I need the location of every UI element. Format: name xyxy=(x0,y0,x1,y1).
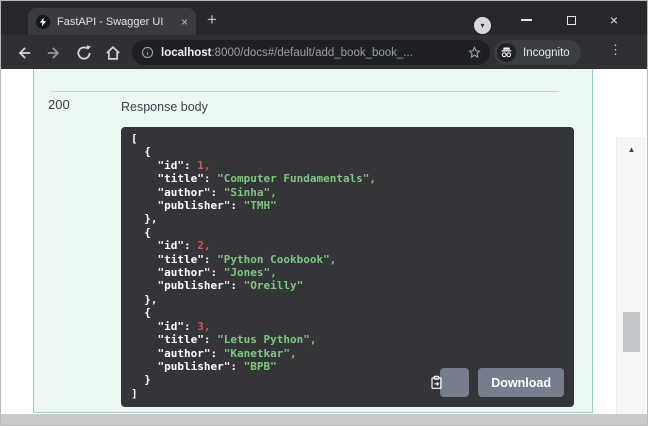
tab-strip: FastAPI - Swagger UI × + ▾ × xyxy=(1,1,647,35)
bookmark-star-icon[interactable] xyxy=(468,46,481,59)
close-button[interactable]: × xyxy=(599,9,629,31)
tab-search-icon[interactable]: ▾ xyxy=(474,17,491,34)
fastapi-favicon-icon xyxy=(36,14,50,29)
site-info-icon[interactable] xyxy=(141,46,154,59)
response-json: [ { "id": 1, "title": "Computer Fundamen… xyxy=(131,132,377,400)
address-bar[interactable]: localhost:8000/docs#/default/add_book_bo… xyxy=(132,40,490,65)
code-actions: Download xyxy=(431,368,564,397)
incognito-label: Incognito xyxy=(523,46,570,59)
incognito-badge: Incognito xyxy=(494,40,581,65)
scrollbar-thumb[interactable] xyxy=(623,312,640,352)
response-body-code: [ { "id": 1, "title": "Computer Fundamen… xyxy=(121,127,574,407)
page-scrollbar[interactable]: ▲ ▼ xyxy=(616,137,646,425)
window-bottom-edge xyxy=(1,414,647,425)
url-text[interactable]: localhost:8000/docs#/default/add_book_bo… xyxy=(161,47,461,59)
minimize-button[interactable] xyxy=(511,9,541,31)
responses-divider xyxy=(51,91,559,92)
copy-to-clipboard-button[interactable] xyxy=(431,368,470,397)
response-panel: 200 Response body [ { "id": 1, "title": … xyxy=(33,69,593,413)
minimize-icon xyxy=(520,19,532,21)
download-button[interactable]: Download xyxy=(478,368,564,397)
tab-title: FastAPI - Swagger UI xyxy=(57,15,164,28)
back-button[interactable] xyxy=(15,44,33,62)
scroll-up-icon[interactable]: ▲ xyxy=(617,145,646,154)
browser-tab[interactable]: FastAPI - Swagger UI × xyxy=(28,8,196,35)
maximize-button[interactable] xyxy=(556,9,586,31)
forward-button[interactable] xyxy=(45,44,63,62)
incognito-icon xyxy=(497,43,516,62)
url-host: localhost xyxy=(161,46,212,59)
new-tab-button[interactable]: + xyxy=(207,10,217,30)
response-body-label: Response body xyxy=(121,100,208,114)
maximize-icon xyxy=(566,15,576,25)
swagger-page: 200 Response body [ { "id": 1, "title": … xyxy=(1,69,647,425)
status-code: 200 xyxy=(48,97,70,112)
clipboard-icon xyxy=(429,345,481,407)
home-button[interactable] xyxy=(104,44,122,62)
tab-close-icon[interactable]: × xyxy=(181,16,188,28)
browser-menu-icon[interactable]: ⋮ xyxy=(609,43,622,56)
reload-button[interactable] xyxy=(75,44,93,62)
browser-window: FastAPI - Swagger UI × + ▾ × localhost:8… xyxy=(0,0,648,426)
url-path: :8000/docs#/default/add_book_book_... xyxy=(211,46,413,59)
